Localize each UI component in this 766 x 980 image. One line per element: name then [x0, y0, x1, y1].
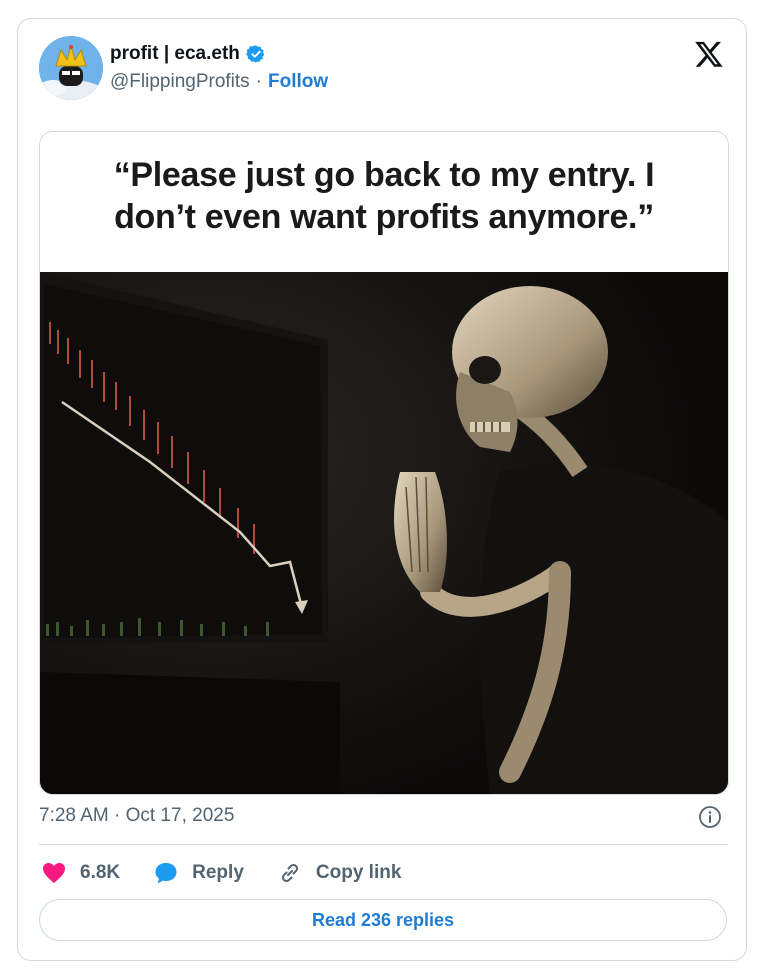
caption-line-2: don’t even want profits anymore.” [114, 198, 654, 236]
tweet-actions: 6.8K Reply Copy link [42, 857, 435, 889]
tweet-timestamp[interactable]: 7:28 AM · Oct 17, 2025 [39, 805, 234, 827]
tweet-media[interactable]: “Please just go back to my entry. I don’… [39, 131, 729, 795]
caption-line-1: “Please just go back to my entry. I [113, 156, 655, 194]
author-display-name[interactable]: profit | eca.eth [110, 43, 240, 65]
reply-label: Reply [192, 862, 244, 883]
divider [39, 844, 727, 845]
reply-button[interactable]: Reply [154, 861, 244, 885]
verified-badge-icon [245, 45, 265, 63]
info-icon[interactable] [698, 805, 722, 829]
avatar-image [39, 36, 103, 100]
follow-button[interactable]: Follow [268, 71, 328, 93]
meme-caption: “Please just go back to my entry. I don’… [40, 132, 728, 272]
author-avatar[interactable] [39, 36, 103, 100]
separator-dot: · [255, 71, 262, 92]
heart-icon [43, 863, 65, 883]
x-logo-icon[interactable] [694, 39, 724, 69]
author-handle-row: @FlippingProfits · Follow [110, 71, 328, 93]
copy-link-button[interactable]: Copy link [278, 861, 402, 885]
author-name-row[interactable]: profit | eca.eth [110, 43, 266, 65]
author-handle[interactable]: @FlippingProfits [110, 71, 250, 93]
copy-link-label: Copy link [315, 862, 402, 883]
read-replies-button[interactable]: Read 236 replies [39, 899, 727, 941]
like-button[interactable]: 6.8K [42, 862, 120, 884]
link-icon [281, 863, 298, 883]
skeleton-praying-image [40, 272, 728, 794]
like-count: 6.8K [80, 862, 121, 883]
tweet-card: profit | eca.eth @FlippingProfits · Foll… [17, 18, 747, 961]
reply-bubble-icon [155, 863, 177, 884]
